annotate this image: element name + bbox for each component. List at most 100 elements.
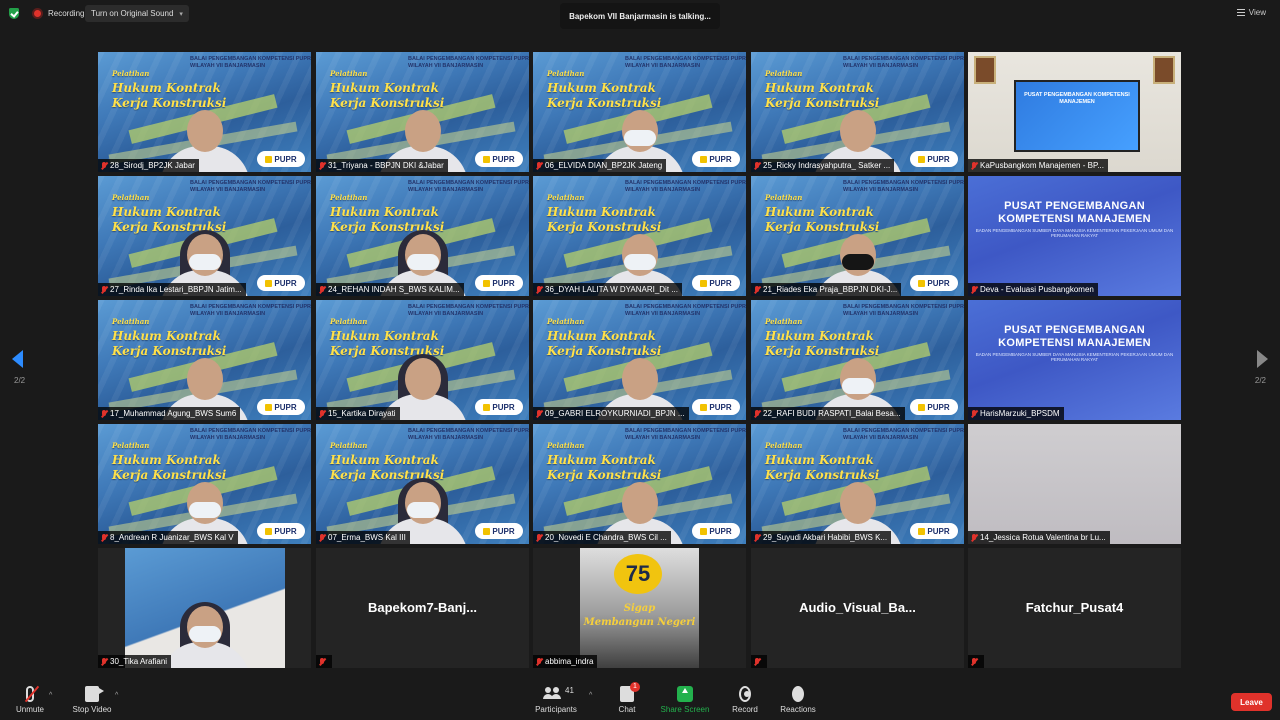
muted-microphone-icon — [319, 657, 325, 666]
participant-video-tile[interactable]: BALAI PENGEMBANGAN KOMPETENSI PUPR WILAY… — [533, 300, 746, 420]
wall-portrait — [974, 56, 996, 84]
recording-indicator[interactable]: Recording — [28, 5, 90, 21]
participant-name-label: 25_Ricky Indrasyahputra_ Satker ... — [751, 159, 895, 172]
reactions-button[interactable]: Reactions — [780, 686, 816, 714]
participant-name-label: 22_RAFI BUDI RASPATI_Balai Besa... — [751, 407, 905, 420]
participant-name: 20_Novedi E Chandra_BWS Cil ... — [545, 533, 667, 542]
participant-video-tile[interactable]: 75 Sigap Membangun Negeri abbima_indra — [533, 548, 746, 668]
banner-title: Pelatihan Hukum Kontrak Kerja Konstruksi — [330, 193, 445, 234]
participant-name: 21_Riades Eka Praja_BBPJN DKI-J... — [763, 285, 898, 294]
record-button[interactable]: Record — [730, 686, 760, 714]
participant-name-label: abbima_indra — [533, 655, 598, 668]
banner-title: Pelatihan Hukum Kontrak Kerja Konstruksi — [765, 441, 880, 482]
participant-video-tile[interactable]: BALAI PENGEMBANGAN KOMPETENSI PUPR WILAY… — [533, 176, 746, 296]
participant-video-tile[interactable]: BALAI PENGEMBANGAN KOMPETENSI PUPR WILAY… — [98, 424, 311, 544]
pupr-logo: PUPR — [475, 275, 523, 291]
banner-title: Pelatihan Hukum Kontrak Kerja Konstruksi — [112, 317, 227, 358]
view-button[interactable]: View — [1236, 8, 1266, 17]
stop-video-button[interactable]: Stop Video — [70, 686, 114, 714]
participant-video-tile[interactable]: BALAI PENGEMBANGAN KOMPETENSI PUPR WILAY… — [751, 52, 964, 172]
participant-name-label: 21_Riades Eka Praja_BBPJN DKI-J... — [751, 283, 902, 296]
banner-title: Pelatihan Hukum Kontrak Kerja Konstruksi — [765, 69, 880, 110]
participant-video-tile[interactable]: PUSAT PENGEMBANGAN KOMPETENSI MANAJEMEN B… — [968, 176, 1181, 296]
participant-name: 14_Jessica Rotua Valentina br Lu... — [980, 533, 1106, 542]
participant-video-tile[interactable]: BALAI PENGEMBANGAN KOMPETENSI PUPR WILAY… — [751, 424, 964, 544]
chat-button[interactable]: 1 Chat — [614, 682, 640, 714]
participant-name-label: 36_DYAH LALITA W DYANARI_Dit ... — [533, 283, 682, 296]
encryption-shield-icon[interactable] — [9, 8, 19, 19]
participant-name-label: KaPusbangkom Manajemen - BP... — [968, 159, 1108, 172]
pupr-logo: PUPR — [910, 399, 958, 415]
participant-video-tile[interactable]: BALAI PENGEMBANGAN KOMPETENSI PUPR WILAY… — [316, 52, 529, 172]
reactions-smiley-icon — [792, 686, 804, 702]
participant-display-name: Fatchur_Pusat4 — [1025, 600, 1124, 615]
banner-title: Pelatihan Hukum Kontrak Kerja Konstruksi — [765, 317, 880, 358]
original-sound-button[interactable]: Turn on Original Sound ▾ — [85, 5, 189, 22]
participant-video-tile[interactable]: BALAI PENGEMBANGAN KOMPETENSI PUPR WILAY… — [98, 52, 311, 172]
banner-title: Pelatihan Hukum Kontrak Kerja Konstruksi — [547, 69, 662, 110]
muted-microphone-icon — [971, 657, 977, 666]
previous-page-arrow-icon[interactable] — [12, 350, 23, 368]
participant-video-tile[interactable]: BALAI PENGEMBANGAN KOMPETENSI PUPR WILAY… — [533, 52, 746, 172]
unmute-button[interactable]: Unmute — [14, 685, 46, 714]
banner-title: Pelatihan Hukum Kontrak Kerja Konstruksi — [112, 441, 227, 482]
pupr-logo: PUPR — [910, 275, 958, 291]
participant-video-tile[interactable]: 14_Jessica Rotua Valentina br Lu... — [968, 424, 1181, 544]
participants-button[interactable]: 41 Participants — [535, 686, 577, 714]
participant-video-tile[interactable]: PUSAT PENGEMBANGAN KOMPETENSI MANAJEMEN K… — [968, 52, 1181, 172]
page-indicator-left: 2/2 — [14, 376, 26, 385]
participant-name-label: 27_Rinda Ika Lestari_BBPJN Jatim... — [98, 283, 246, 296]
video-options-caret-icon[interactable]: ^ — [115, 692, 118, 699]
participant-video-tile[interactable]: Audio_Visual_Ba... — [751, 548, 964, 668]
participant-name: 15_Kartika Dirayati — [328, 409, 396, 418]
participant-video-tile[interactable]: BALAI PENGEMBANGAN KOMPETENSI PUPR WILAY… — [98, 300, 311, 420]
participant-video-tile[interactable]: 30_Tika Arafiani — [98, 548, 311, 668]
participant-name: 28_Sirodj_BP2JK Jabar — [110, 161, 195, 170]
pupr-logo: PUPR — [475, 399, 523, 415]
participants-options-caret-icon[interactable]: ^ — [589, 692, 592, 699]
participant-name-label: Deva - Evaluasi Pusbangkomen — [968, 283, 1098, 296]
participant-video-tile[interactable]: BALAI PENGEMBANGAN KOMPETENSI PUPR WILAY… — [316, 424, 529, 544]
audio-options-caret-icon[interactable]: ^ — [49, 692, 52, 699]
pupr-logo: PUPR — [692, 523, 740, 539]
participant-video-tile[interactable]: BALAI PENGEMBANGAN KOMPETENSI PUPR WILAY… — [98, 176, 311, 296]
muted-microphone-icon — [754, 409, 760, 418]
active-speaker-banner: Bapekom VII Banjarmasin is talking... — [560, 3, 720, 29]
muted-microphone-icon — [971, 161, 977, 170]
participant-video-tile[interactable]: PUSAT PENGEMBANGAN KOMPETENSI MANAJEMEN B… — [968, 300, 1181, 420]
muted-microphone-icon — [101, 657, 107, 666]
share-screen-label: Share Screen — [660, 705, 710, 714]
presentation-screen: PUSAT PENGEMBANGAN KOMPETENSI MANAJEMEN — [1014, 80, 1140, 152]
participant-person — [159, 602, 250, 668]
participant-video-tile[interactable]: Bapekom7-Banj... — [316, 548, 529, 668]
participant-video-tile[interactable]: BALAI PENGEMBANGAN KOMPETENSI PUPR WILAY… — [751, 300, 964, 420]
participant-name: 29_Suyudi Akbari Habibi_BWS K... — [763, 533, 888, 542]
muted-microphone-icon — [319, 161, 325, 170]
participant-name: HarisMarzuki_BPSDM — [980, 409, 1060, 418]
participant-name: 24_REHAN INDAH S_BWS KALIM... — [328, 285, 460, 294]
next-page-arrow-icon[interactable] — [1257, 350, 1268, 368]
participant-video-tile[interactable]: BALAI PENGEMBANGAN KOMPETENSI PUPR WILAY… — [751, 176, 964, 296]
pupr-logo: PUPR — [257, 151, 305, 167]
participant-name: 8_Andrean R Juanizar_BWS Kal V — [110, 533, 234, 542]
participant-name: KaPusbangkom Manajemen - BP... — [980, 161, 1104, 170]
participant-video-tile[interactable]: BALAI PENGEMBANGAN KOMPETENSI PUPR WILAY… — [316, 300, 529, 420]
pusat-banner-subtitle: BADAN PENGEMBANGAN SUMBER DAYA MANUSIA K… — [975, 352, 1174, 362]
banner-title: Pelatihan Hukum Kontrak Kerja Konstruksi — [547, 441, 662, 482]
muted-microphone-icon — [536, 285, 542, 294]
muted-microphone-icon — [971, 533, 977, 542]
participant-video-tile[interactable]: BALAI PENGEMBANGAN KOMPETENSI PUPR WILAY… — [533, 424, 746, 544]
share-screen-button[interactable]: Share Screen — [660, 686, 710, 714]
pupr-logo: PUPR — [692, 151, 740, 167]
participant-video-tile[interactable]: BALAI PENGEMBANGAN KOMPETENSI PUPR WILAY… — [316, 176, 529, 296]
participant-name: Deva - Evaluasi Pusbangkomen — [980, 285, 1094, 294]
stop-video-label: Stop Video — [72, 705, 112, 714]
leave-meeting-button[interactable]: Leave — [1231, 693, 1272, 711]
muted-microphone-icon — [101, 285, 107, 294]
chevron-down-icon[interactable]: ▾ — [179, 10, 183, 18]
muted-microphone-icon — [319, 533, 325, 542]
muted-microphone-icon — [319, 285, 325, 294]
muted-microphone-icon — [754, 657, 760, 666]
participant-name-label: 06_ELVIDA DIAN_BP2JK Jateng — [533, 159, 667, 172]
participant-video-tile[interactable]: Fatchur_Pusat4 — [968, 548, 1181, 668]
